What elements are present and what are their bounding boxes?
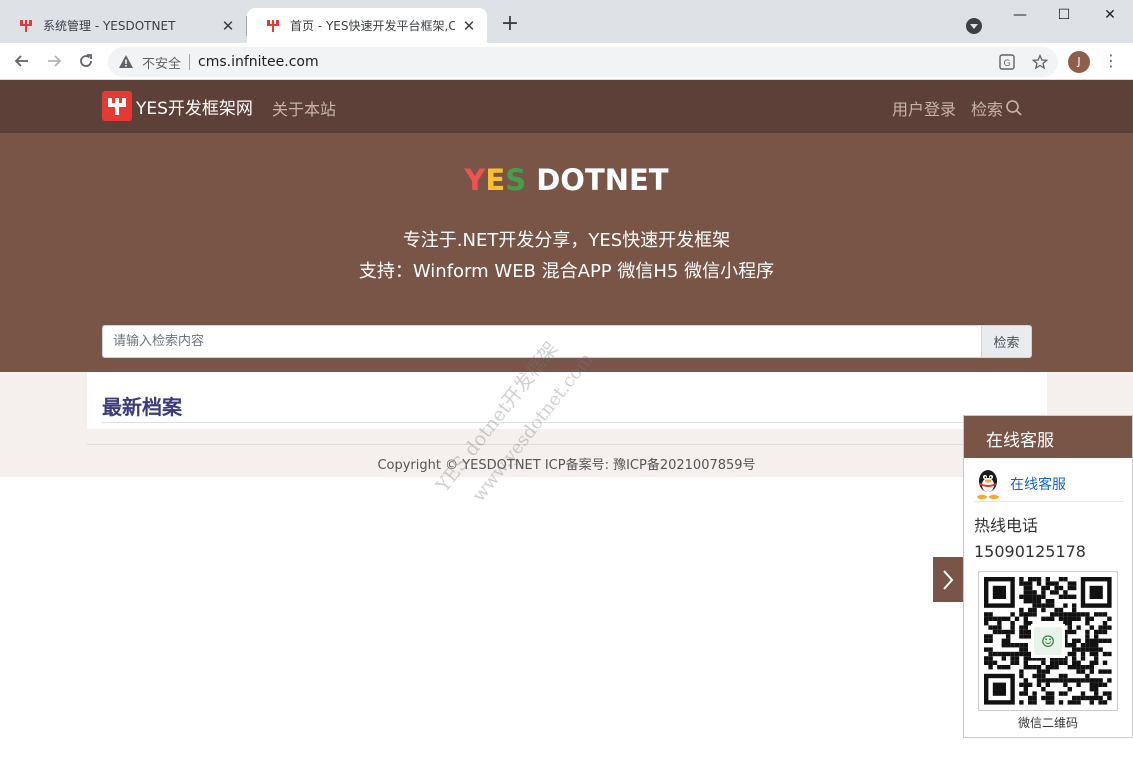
back-button[interactable] xyxy=(10,50,34,72)
search-button[interactable]: 检索 xyxy=(981,325,1032,358)
site-navbar: YES开发框架网 关于本站 用户登录 检索 xyxy=(0,80,1133,133)
latest-archives-card: 最新档案 xyxy=(87,372,1047,429)
nav-search-link[interactable]: 检索 xyxy=(971,96,1023,120)
hero-support-text: 支持：Winform WEB 混合APP 微信H5 微信小程序 xyxy=(358,261,775,282)
qq-penguin-icon xyxy=(977,469,999,499)
tab-search-icon[interactable] xyxy=(966,18,982,34)
qq-service-link: 在线客服 xyxy=(1010,476,1066,493)
svg-text:G: G xyxy=(1004,59,1011,69)
panel-title: 在线客服 xyxy=(964,416,1132,458)
minimize-button[interactable]: — xyxy=(997,0,1043,30)
close-tab-icon[interactable]: ✕ xyxy=(461,17,477,35)
section-title: 最新档案 xyxy=(102,395,182,419)
logo-letter-s: S xyxy=(505,163,527,197)
tab-system-admin[interactable]: 系统管理 - YESDOTNET ✕ xyxy=(0,8,246,43)
yes-favicon-icon xyxy=(267,19,279,32)
nav-search-label: 检索 xyxy=(971,100,1004,119)
chevron-right-icon xyxy=(943,569,954,590)
forward-arrow-icon xyxy=(48,55,62,67)
reload-button[interactable] xyxy=(74,50,98,72)
online-service-panel: 在线客服 在线客服 热线电话 15090125178 ☺ 微信二维码 xyxy=(963,415,1133,738)
section-divider xyxy=(102,422,1032,423)
panel-collapse-button[interactable] xyxy=(933,557,963,602)
address-bar[interactable]: 不安全 cms.infnitee.com xyxy=(108,47,1058,77)
close-window-button[interactable]: ✕ xyxy=(1087,0,1133,30)
site-search: 检索 xyxy=(102,325,1032,358)
warning-icon xyxy=(119,55,133,68)
close-tab-icon[interactable]: ✕ xyxy=(220,17,236,35)
profile-avatar[interactable]: J xyxy=(1068,51,1090,73)
hero-banner: YES DOTNET 专注于.NET开发分享，YES快速开发框架 支持：Winf… xyxy=(0,133,1133,372)
tab-title: 系统管理 - YESDOTNET xyxy=(43,19,176,33)
translate-icon[interactable]: G xyxy=(998,54,1016,72)
nav-about-link[interactable]: 关于本站 xyxy=(272,96,336,120)
search-input[interactable] xyxy=(102,325,981,358)
url-text: cms.infnitee.com xyxy=(198,54,319,70)
security-label: 不安全 xyxy=(142,56,182,72)
address-divider xyxy=(189,54,191,70)
yes-favicon-icon xyxy=(20,19,32,32)
bookmark-star-icon[interactable] xyxy=(1031,53,1049,72)
footer-divider xyxy=(87,444,1047,445)
brand-name: YES开发框架网 xyxy=(136,98,253,119)
hotline-label: 热线电话 xyxy=(974,516,1039,535)
logo-dotnet: DOTNET xyxy=(536,163,669,197)
tab-strip: 系统管理 - YESDOTNET ✕ 首页 - YES快速开发平台框架,C# ✕… xyxy=(0,0,1133,43)
browser-menu-icon[interactable]: ⋮ xyxy=(1102,51,1120,73)
logo-letter-y: Y xyxy=(464,163,486,197)
qr-code-image: ☺ xyxy=(984,577,1112,705)
back-arrow-icon xyxy=(14,55,28,67)
wechat-qr-code: ☺ xyxy=(978,571,1118,711)
qq-service-row[interactable]: 在线客服 xyxy=(974,466,1124,502)
new-tab-button[interactable]: + xyxy=(498,13,522,37)
search-icon xyxy=(1006,100,1022,116)
reload-icon xyxy=(80,54,92,67)
hotline-number: 15090125178 xyxy=(974,542,1086,561)
svg-text:☺: ☺ xyxy=(1041,632,1055,651)
browser-window: { "browser": { "tabs": [ {"title": "系统管理… xyxy=(0,0,1133,783)
site-brand[interactable]: YES开发框架网 xyxy=(102,91,253,121)
logo-letter-e: E xyxy=(485,163,506,197)
maximize-button[interactable]: ☐ xyxy=(1041,0,1087,30)
nav-login-link[interactable]: 用户登录 xyxy=(892,96,956,120)
forward-button[interactable] xyxy=(42,50,66,72)
brand-logo-icon xyxy=(102,91,132,121)
tab-title: 首页 - YES快速开发平台框架,C# xyxy=(290,19,455,33)
hero-logo: YES DOTNET xyxy=(0,163,1133,197)
tab-homepage[interactable]: 首页 - YES快速开发平台框架,C# ✕ xyxy=(247,8,487,43)
hero-tagline: 专注于.NET开发分享，YES快速开发框架 xyxy=(402,230,731,251)
qr-caption: 微信二维码 xyxy=(1017,716,1078,730)
browser-toolbar: 不安全 cms.infnitee.com G J ⋮ xyxy=(0,43,1133,80)
